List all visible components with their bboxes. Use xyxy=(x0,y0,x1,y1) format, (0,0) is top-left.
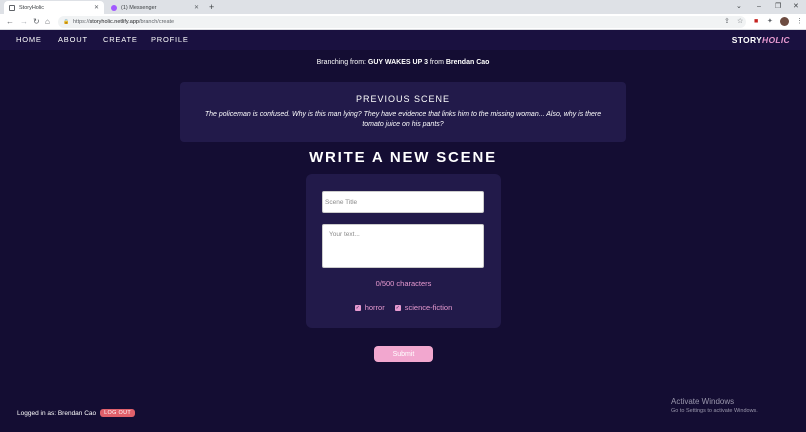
home-icon[interactable]: ⌂ xyxy=(45,16,50,28)
close-tab-icon[interactable]: ✕ xyxy=(94,4,99,11)
page-title: WRITE A NEW SCENE xyxy=(309,149,497,166)
share-icon[interactable]: ⇪ xyxy=(724,17,730,27)
browser-toolbar: ← → ↻ ⌂ 🔒 https://storyholic.netlify.app… xyxy=(0,14,806,30)
watermark-line-1: Activate Windows xyxy=(671,397,735,406)
nav-create[interactable]: CREATE xyxy=(103,30,138,50)
browser-tab-messenger[interactable]: (1) Messenger ✕ xyxy=(106,1,204,14)
app-navbar: HOME ABOUT CREATE PROFILE STORYHOLIC xyxy=(0,30,806,50)
scene-title-input[interactable] xyxy=(322,191,484,213)
browser-tab-storyholic[interactable]: StoryHolic ✕ xyxy=(4,1,104,14)
brand-part-1: STORY xyxy=(731,35,763,45)
previous-scene-card: PREVIOUS SCENE The policeman is confused… xyxy=(180,82,626,142)
extensions-icon[interactable]: ✦ xyxy=(767,17,773,27)
scene-text-input[interactable] xyxy=(322,224,484,268)
brand-logo[interactable]: STORYHOLIC xyxy=(732,30,790,50)
logged-in-text: Logged in as: Brendan Cao xyxy=(17,409,97,417)
branching-author: Brendan Cao xyxy=(445,59,490,66)
tag-list: ✓ horror ✓ science-fiction xyxy=(306,303,501,312)
branching-scene: GUY WAKES UP 3 xyxy=(367,59,428,66)
new-scene-form: 0/500 characters ✓ horror ✓ science-fict… xyxy=(306,174,501,328)
url-path: /branch/create xyxy=(138,19,175,25)
browser-tab-title: (1) Messenger xyxy=(121,4,157,11)
logout-button[interactable]: LOG OUT xyxy=(100,409,136,417)
checkbox-checked-icon[interactable]: ✓ xyxy=(354,304,361,311)
close-tab-icon[interactable]: ✕ xyxy=(194,4,199,11)
close-window-icon[interactable]: ✕ xyxy=(793,1,799,13)
tag-label: science-fiction xyxy=(404,303,453,312)
brand-part-2: HOLIC xyxy=(762,35,790,45)
extension-badge-icon[interactable]: ■ xyxy=(754,17,758,27)
checkbox-checked-icon[interactable]: ✓ xyxy=(394,304,401,311)
previous-scene-text: The policeman is confused. Why is this m… xyxy=(204,111,602,128)
url-host: storyholic.netlify.app xyxy=(89,19,139,25)
bookmark-icon xyxy=(9,4,15,11)
browser-tab-strip: StoryHolic ✕ (1) Messenger ✕ + ⌄ – ❐ ✕ xyxy=(0,0,806,14)
submit-button[interactable]: Submit xyxy=(374,346,433,362)
forward-icon[interactable]: → xyxy=(20,16,28,28)
tag-label: horror xyxy=(364,303,385,312)
login-status: Logged in as: Brendan Cao LOG OUT xyxy=(17,409,136,417)
restore-icon[interactable]: ❐ xyxy=(775,1,781,13)
messenger-icon xyxy=(111,4,117,11)
reload-icon[interactable]: ↻ xyxy=(33,16,40,28)
char-count: 0/500 characters xyxy=(375,279,432,288)
nav-home[interactable]: HOME xyxy=(16,30,42,50)
branching-mid: from xyxy=(427,59,446,66)
branching-info: Branching from: GUY WAKES UP 3 from Bren… xyxy=(0,59,806,66)
previous-scene-heading: PREVIOUS SCENE xyxy=(355,94,451,104)
activate-windows-watermark: Activate Windows Go to Settings to activ… xyxy=(671,397,758,414)
nav-profile[interactable]: PROFILE xyxy=(151,30,189,50)
url-protocol: https:// xyxy=(73,19,90,25)
tag-science-fiction[interactable]: ✓ science-fiction xyxy=(394,303,453,312)
new-tab-icon[interactable]: + xyxy=(209,1,214,14)
address-bar[interactable]: 🔒 https://storyholic.netlify.app/branch/… xyxy=(58,16,746,28)
tag-horror[interactable]: ✓ horror xyxy=(354,303,385,312)
back-icon[interactable]: ← xyxy=(6,16,14,28)
watermark-line-2: Go to Settings to activate Windows. xyxy=(671,408,758,414)
star-icon[interactable]: ☆ xyxy=(737,17,743,27)
browser-tab-title: StoryHolic xyxy=(19,4,45,11)
profile-avatar[interactable] xyxy=(780,17,789,26)
tab-search-icon[interactable]: ⌄ xyxy=(736,1,742,13)
nav-about[interactable]: ABOUT xyxy=(58,30,88,50)
minimize-icon[interactable]: – xyxy=(757,1,761,13)
menu-icon[interactable]: ⋮ xyxy=(796,17,803,27)
lock-icon: 🔒 xyxy=(63,19,70,25)
branching-prefix: Branching from: xyxy=(316,59,368,66)
